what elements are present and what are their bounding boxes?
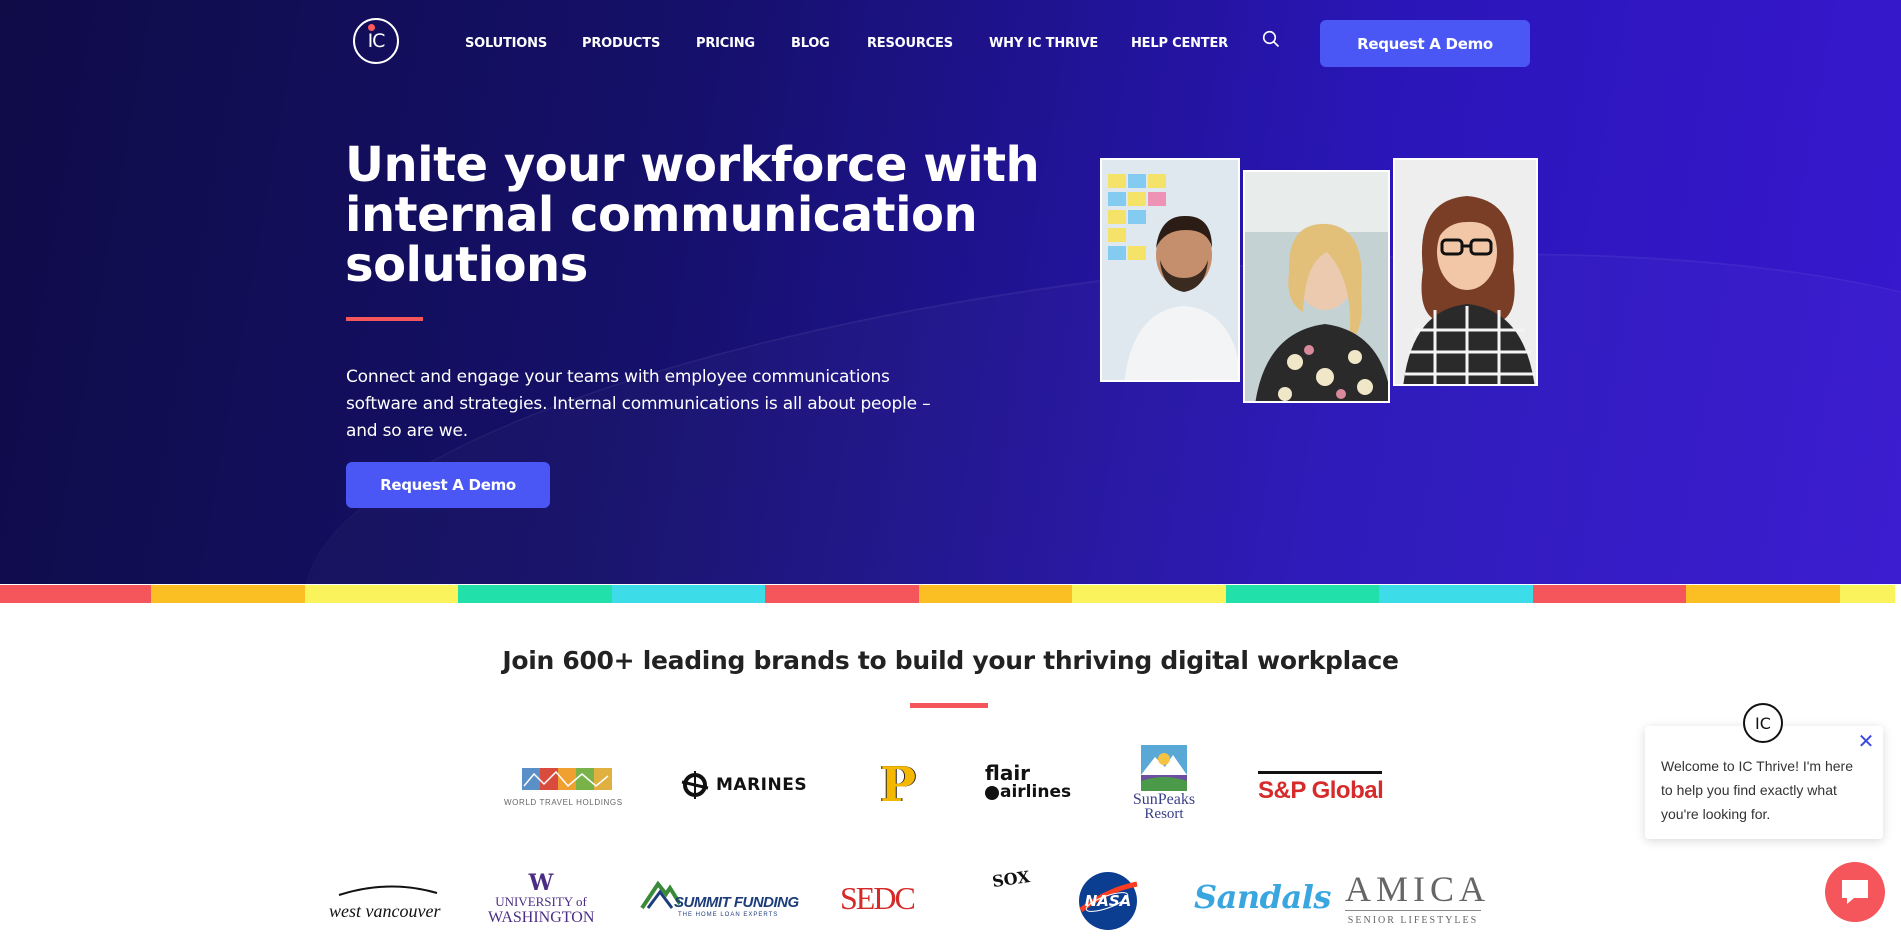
logo-marines: MARINES: [678, 768, 807, 802]
uw-line-1: UNIVERSITY of: [495, 894, 587, 909]
request-demo-button-header[interactable]: Request A Demo: [1320, 20, 1530, 67]
subtext-line-1: Connect and engage your teams with emplo…: [346, 367, 890, 387]
amica-tagline: SENIOR LIFESTYLES: [1347, 915, 1479, 926]
logo-world-travel-holdings: WORLD TRAVEL HOLDINGS: [504, 766, 632, 807]
logo-text: IC: [367, 30, 386, 52]
nav-products[interactable]: PRODUCTS: [582, 36, 660, 51]
sp-global-text: S&P Global: [1258, 777, 1384, 804]
logo-flair-airlines: flair airlines: [985, 761, 1072, 802]
logo-dot: [368, 24, 375, 31]
logo-pittsburgh-pirates: P: [880, 757, 917, 813]
marines-text: MARINES: [716, 775, 808, 795]
uw-line-2: WASHINGTON: [488, 909, 595, 926]
headline-line-2: internal communication: [345, 187, 978, 243]
chat-logo: IC: [1743, 703, 1783, 743]
stripe-segment: [919, 585, 1072, 603]
photo-woman-laughing: [1243, 170, 1390, 403]
world-travel-text: WORLD TRAVEL HOLDINGS: [504, 798, 623, 807]
brands-accent-bar: [910, 703, 988, 708]
photo-woman-glasses: [1393, 158, 1538, 386]
photo-man-smiling: [1100, 158, 1240, 382]
stripe-segment: [305, 585, 458, 603]
logo-nasa: NASA: [1077, 870, 1139, 932]
stripe-segment: [1533, 585, 1686, 603]
stripe-segment: [0, 585, 151, 603]
nav-blog[interactable]: BLOG: [791, 36, 830, 51]
nav-solutions[interactable]: SOLUTIONS: [465, 36, 547, 51]
amica-rule: [1345, 910, 1481, 911]
resort-text: Resort: [1144, 806, 1184, 822]
stripe-segment: [1072, 585, 1226, 603]
sp-global-bar: [1258, 771, 1382, 774]
nav-pricing[interactable]: PRICING: [696, 36, 755, 51]
hero-section: [0, 0, 1901, 584]
chat-welcome-message: Welcome to IC Thrive! I'm here to help y…: [1661, 754, 1871, 826]
stripe-segment: [1379, 585, 1533, 603]
logo-sedc: SEDC: [840, 880, 916, 916]
subtext-line-2: software and strategies. Internal commun…: [346, 394, 931, 414]
stripe-segment: [1686, 585, 1840, 603]
stripe-segment: [765, 585, 919, 603]
nav-resources[interactable]: RESOURCES: [867, 36, 953, 51]
hero-headline: Unite your workforce with internal commu…: [345, 140, 1065, 290]
flair-text: flair: [985, 761, 1031, 785]
logo-university-of-washington: W UNIVERSITY of WASHINGTON: [488, 872, 594, 926]
nav-help-center[interactable]: HELP CENTER: [1131, 36, 1228, 51]
request-demo-button-hero[interactable]: Request A Demo: [346, 462, 550, 508]
airlines-text: airlines: [1000, 782, 1072, 802]
chat-bubble-icon: [1842, 880, 1868, 904]
hero-accent-bar: [346, 317, 423, 321]
uw-w-mark: W: [528, 870, 554, 896]
logo-chicago-white-sox: SOX: [980, 867, 1031, 930]
chat-line-3: you're looking for.: [1661, 806, 1771, 822]
chat-launcher-button[interactable]: [1825, 862, 1885, 922]
logo-sandals: Sandals: [1194, 878, 1331, 916]
nasa-text: NASA: [1084, 892, 1132, 910]
amica-text: AMICA: [1345, 869, 1491, 909]
stripe-segment: [1840, 585, 1895, 603]
chat-line-1: Welcome to IC Thrive! I'm here: [1661, 758, 1853, 774]
stripe-segment: [1226, 585, 1379, 603]
white-sox-text: SOX: [991, 867, 1031, 892]
nav-why-ic-thrive[interactable]: WHY IC THRIVE: [989, 36, 1098, 51]
sun-peaks-text: SunPeaks: [1132, 791, 1196, 808]
logo-west-vancouver: west vancouver: [329, 884, 443, 920]
logo-sp-global: S&P Global: [1258, 771, 1384, 805]
logo-sun-peaks-resort: SunPeaks Resort: [1125, 745, 1203, 822]
close-icon[interactable]: ✕: [1857, 732, 1875, 752]
color-stripe: [0, 585, 1901, 603]
stripe-segment: [612, 585, 765, 603]
chat-line-2: to help you find exactly what: [1661, 782, 1837, 798]
summit-tagline: THE HOME LOAN EXPERTS: [678, 912, 779, 918]
stripe-segment: [458, 585, 612, 603]
brands-title: Join 600+ leading brands to build your t…: [502, 646, 1399, 675]
stripe-segment: [151, 585, 305, 603]
flair-dot: [985, 785, 999, 800]
subtext-line-3: and so are we.: [346, 421, 468, 441]
hero-subtext: Connect and engage your teams with emplo…: [346, 364, 946, 445]
search-icon[interactable]: [1262, 30, 1280, 48]
ic-thrive-logo[interactable]: IC: [353, 18, 399, 64]
headline-line-1: Unite your workforce with: [345, 137, 1040, 193]
summit-funding-text: SUMMIT FUNDING: [674, 894, 799, 911]
headline-line-3: solutions: [345, 237, 588, 293]
west-vancouver-text: west vancouver: [329, 901, 441, 921]
logo-amica: AMICA SENIOR LIFESTYLES: [1345, 869, 1491, 926]
